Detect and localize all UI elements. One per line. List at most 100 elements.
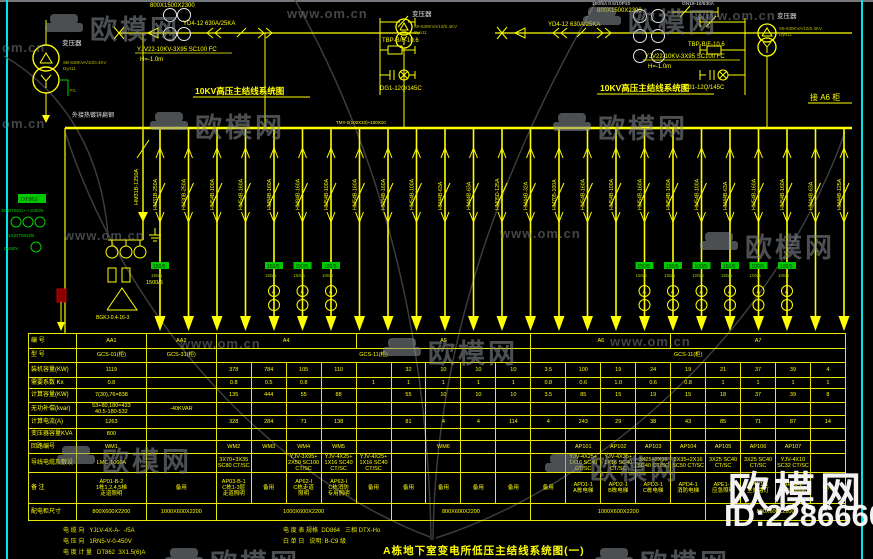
table-cell: 备用 [356,473,392,504]
sofa-icon [700,231,738,255]
sofa-icon [553,112,591,136]
ct-ratio-sub-label: 150/5 [636,273,648,278]
table-cell: GCS-31(柜) [146,349,217,363]
table-cell: GCS-01(柜) [76,349,147,363]
table-cell: 4 [426,416,462,429]
feeder-breaker-label: HM84B-160A [296,178,302,210]
incoming-breaker-label: HM31B-1250A [134,169,140,205]
table-cell [461,441,497,454]
feeder-arrow-icon [268,316,280,331]
table-cell: 55 [391,389,427,403]
watermark-site: www.om.cn [695,8,776,23]
table-cell: 87 [776,416,811,429]
table-cell: AP03-B-1 C栋1-3层 走道照明 [216,473,252,504]
table-cell: 328 [216,416,252,429]
table-cell: 105 [286,363,322,378]
table-cell: 18 [706,389,742,403]
table-cell: 1.0 [601,378,637,389]
table-cell: 1263 [76,416,147,429]
ct-ratio-sub-label: 150/5 [265,273,277,278]
table-cell: 39 [776,389,811,403]
feeder-arrow-icon [582,316,593,331]
table-cell: 3.5 [531,389,567,403]
table-cell: 7(30),76=838 [76,389,147,403]
table-cell: AA1 [76,334,147,349]
table-cell: 10 [496,389,532,403]
table-cell [776,429,811,441]
table-cell: 1000X600X2200 [146,504,217,521]
ct-ratio-sub-label: 150/5 [151,273,163,278]
table-cell [496,403,532,416]
table-cell [321,429,357,441]
feeder-arrow-icon [838,316,850,331]
table-cell: 0.8 [671,378,707,389]
tbp-label: TBP-B/F-10.6 [688,42,725,48]
hv-right-depth: H=-1.0m [648,64,671,70]
table-cell [636,403,672,416]
feeder-arrow-icon [496,316,508,331]
note-line: 白 单 日 说明: B-C9 级 [283,539,347,545]
feeder-arrow-icon [382,316,394,331]
note-line: 电 度 计 量 DT862 3X1.5(6)A [63,550,146,556]
watermark-brand: 欧模网 [700,226,835,265]
feeder-breaker-label: HM54B-100A [609,178,615,210]
table-cell [531,403,567,416]
table-cell: 10 [426,389,462,403]
feeder-breaker-label: HM54B-160A [353,178,359,210]
table-cell: 10 [461,389,497,403]
table-cell: WM6 [426,441,462,454]
note-line: 电 压 向 1RN5-V-0-450V [63,539,132,545]
meter-box-label: DT862 [21,197,38,203]
table-cell: 备用 [251,473,287,504]
table-cell [741,429,776,441]
table-cell: 1119 [76,363,147,378]
table-cell [356,389,392,403]
feeder-arrow-icon [240,316,251,331]
table-cell [251,454,287,473]
transformer-spec: S9-630KVA/10/0.4KV [779,26,822,31]
ct-ratio-label: 150/5 [666,264,679,270]
table-cell [601,429,637,441]
table-cell [286,403,322,416]
hv-left-title: 10KV高压主结线系统图 [195,86,284,96]
table-cell: WM3 [251,441,287,454]
feeder-breaker-label: HM54B-160A [638,178,644,210]
capacitor-bank-label: BGKJ-0.4-16-3 [96,315,130,321]
table-cell [531,429,567,441]
feeder-breaker-label: HM54B-160A [780,178,786,210]
table-cell: 138 [321,416,357,429]
transformer-spec: Dyn11 [63,66,76,71]
feeder-arrow-icon [724,316,736,331]
watermark-brand: 欧模网 [57,440,192,479]
table-cell [146,378,217,389]
table-cell: 43 [671,416,707,429]
table-cell: 243 [566,416,602,429]
feeder-arrow-icon [183,316,194,331]
table-cell: WM5 [321,441,357,454]
feeder-breaker-label: HM44B-125A [837,178,843,210]
table-cell: 0.8 [76,378,147,389]
feeder-arrow-icon [781,316,793,331]
watermark-site: www.om.cn [287,6,368,21]
sofa-icon [383,337,421,361]
transformer2-spec: Dyn11 [414,30,427,35]
table-cell: 784 [251,363,287,378]
table-cell [461,454,497,473]
watermark-site: www.om.cn [500,226,581,241]
table-row: 计算容量(KW) 7(30),76=838 135 444 55 88 55 10 10 10 3.… [29,389,846,403]
table-cell: GCS-11(柜) [531,349,846,363]
table-cell: 备用 [461,473,497,504]
table-cell [216,403,252,416]
table-cell: 444 [251,389,287,403]
table-cell: 24 [636,363,672,378]
table-cell: 85 [706,416,742,429]
feeder-arrow-icon [553,316,565,331]
sofa-icon [150,111,188,135]
cabinet-ref: 接 A6 柜 [810,92,840,102]
table-cell [496,454,532,473]
table-row-label: 配电柜尺寸 [29,504,77,521]
table-cell: 71 [741,416,776,429]
table-cell [671,403,707,416]
feeder-breaker-label: HM44B-63A [723,181,729,210]
transformer-spec: SB-630KVA/10/0.4KV [63,60,106,65]
